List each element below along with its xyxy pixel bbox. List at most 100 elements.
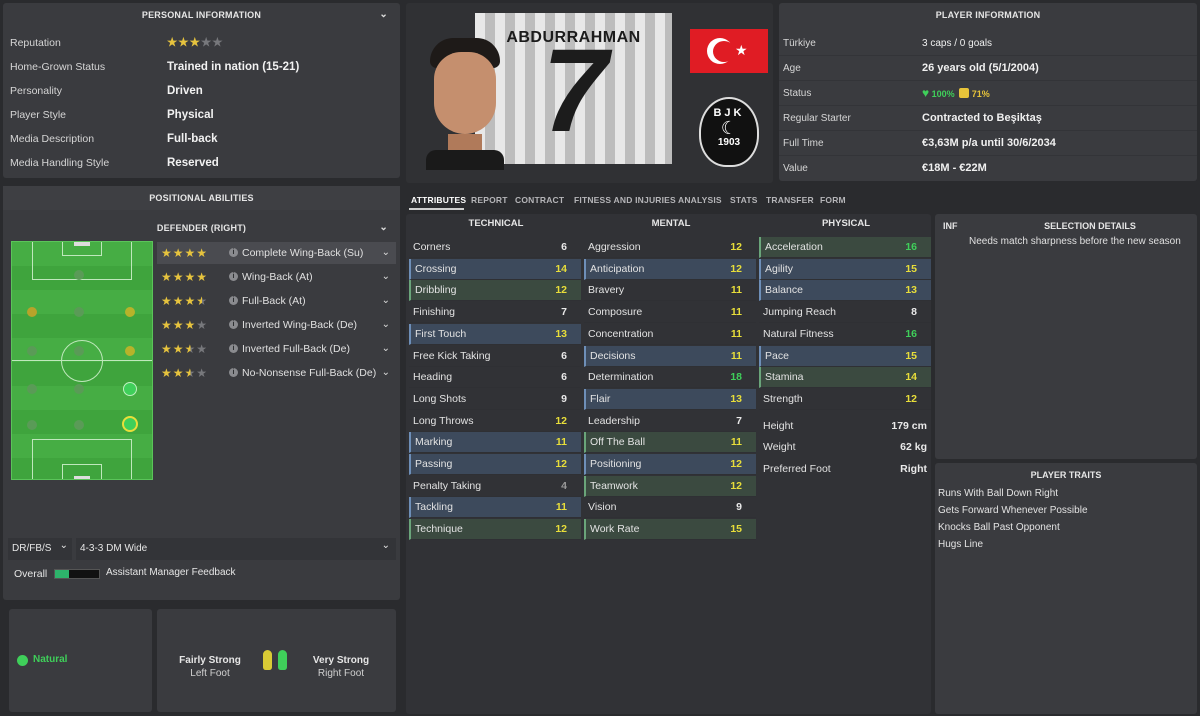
info-icon[interactable]: i: [229, 344, 238, 353]
tab-contract[interactable]: CONTRACT: [515, 195, 564, 205]
attribute-value: 11: [730, 327, 742, 340]
tactic-select-value: 4-3-3 DM Wide: [80, 543, 148, 554]
attribute-name: Marking: [415, 436, 453, 449]
attribute-row: Heading 6: [409, 367, 581, 389]
attribute-name: First Touch: [415, 327, 467, 340]
role-row[interactable]: ★★★★ i Complete Wing-Back (Su) ⌄: [157, 242, 396, 264]
body-value: 179 cm: [891, 420, 927, 432]
attribute-name: Penalty Taking: [413, 479, 482, 492]
role-label: Inverted Full-Back (De): [242, 343, 350, 355]
attribute-name: Positioning: [590, 458, 642, 470]
attribute-value: 9: [736, 501, 742, 514]
attribute-name: Concentration: [588, 327, 654, 340]
attribute-value: 11: [730, 349, 742, 362]
chevron-down-icon[interactable]: ⌄: [60, 535, 68, 557]
role-row[interactable]: ★★★★ i Inverted Full-Back (De) ⌄: [157, 338, 396, 360]
role-select[interactable]: DR/FB/S ⌄: [8, 538, 72, 560]
role-label: No-Nonsense Full-Back (De): [242, 367, 377, 379]
trait-item: Gets Forward Whenever Possible: [938, 505, 1088, 516]
tactic-select[interactable]: 4-3-3 DM Wide ⌄: [76, 538, 396, 560]
attribute-row: Acceleration 16: [759, 237, 931, 258]
tab-attributes[interactable]: ATTRIBUTES: [411, 195, 466, 205]
player-info-header[interactable]: PLAYER INFORMATION: [779, 3, 1197, 27]
attribute-name: Tackling: [415, 501, 453, 514]
info-icon[interactable]: i: [229, 368, 238, 377]
overall-bar-fill: [55, 570, 69, 578]
attribute-name: Work Rate: [590, 523, 640, 536]
player-photo: [420, 30, 510, 170]
attribute-name: Acceleration: [765, 241, 823, 253]
info-label: Personality: [10, 85, 62, 97]
physical-title: PHYSICAL: [821, 218, 871, 229]
attribute-value: 13: [555, 327, 567, 340]
body-row: Height 179 cm: [759, 416, 931, 437]
attribute-name: Corners: [413, 241, 451, 253]
attribute-value: 12: [555, 458, 567, 470]
role-row[interactable]: ★★★★ i No-Nonsense Full-Back (De) ⌄: [157, 362, 396, 384]
attribute-row: Bravery 11: [584, 280, 756, 302]
attribute-value: 11: [730, 284, 742, 297]
role-row[interactable]: ★★★★ i Inverted Wing-Back (De) ⌄: [157, 314, 396, 336]
chevron-down-icon[interactable]: ⌄: [382, 266, 390, 288]
attribute-value: 6: [561, 349, 567, 362]
attribute-value: 15: [905, 349, 917, 362]
attribute-value: 15: [905, 262, 917, 275]
tab-analysis[interactable]: ANALYSIS: [678, 195, 722, 205]
info-icon[interactable]: i: [229, 320, 238, 329]
chevron-down-icon[interactable]: ⌄: [379, 3, 388, 27]
role-stars: ★★★★: [161, 246, 209, 260]
attribute-value: 8: [911, 306, 917, 319]
position-dropdown[interactable]: DEFENDER (RIGHT) ⌄: [3, 216, 400, 240]
info-value: Contracted to Beşiktaş: [922, 112, 1042, 124]
mental-title: MENTAL: [651, 218, 691, 229]
tab-transfer[interactable]: TRANSFER: [766, 195, 814, 205]
role-stars: ★★★★: [161, 294, 209, 308]
chevron-down-icon[interactable]: ⌄: [382, 362, 390, 384]
personal-info-title: PERSONAL INFORMATION: [141, 10, 262, 20]
attribute-row: Long Shots 9: [409, 389, 581, 410]
info-value: Reserved: [167, 157, 219, 169]
attribute-value: 9: [561, 392, 567, 405]
chevron-down-icon[interactable]: ⌄: [382, 535, 390, 557]
positional-title: POSITIONAL ABILITIES: [149, 193, 254, 203]
tab-fitness[interactable]: FITNESS AND INJURIES: [574, 195, 676, 205]
chevron-down-icon[interactable]: ⌄: [382, 338, 390, 360]
chevron-down-icon[interactable]: ⌄: [382, 242, 390, 264]
heart-icon: ♥: [922, 86, 930, 100]
chevron-down-icon[interactable]: ⌄: [379, 216, 388, 240]
info-row-reputation: Reputation ★★★★★: [3, 31, 400, 55]
attribute-name: Teamwork: [590, 479, 638, 492]
role-row[interactable]: ★★★★ i Wing-Back (At) ⌄: [157, 266, 396, 288]
attribute-name: Free Kick Taking: [413, 349, 491, 362]
role-row[interactable]: ★★★★ i Full-Back (At) ⌄: [157, 290, 396, 312]
overall-label: Overall: [14, 568, 48, 580]
attribute-value: 16: [905, 327, 917, 340]
info-row: Regular Starter Contracted to Beşiktaş: [779, 106, 1197, 131]
attribute-value: 12: [555, 284, 567, 297]
chevron-down-icon[interactable]: ⌄: [382, 314, 390, 336]
attribute-row: Crossing 14: [409, 258, 581, 280]
tab-report[interactable]: REPORT: [471, 195, 508, 205]
position-dot-dr: [122, 416, 138, 432]
info-row: Value €18M - €22M: [779, 156, 1197, 181]
info-label: Status: [783, 88, 812, 99]
info-icon[interactable]: i: [229, 248, 238, 257]
tab-form[interactable]: FORM: [820, 195, 846, 205]
attribute-row: Jumping Reach 8: [759, 302, 931, 324]
info-icon[interactable]: i: [229, 296, 238, 305]
attribute-row: Free Kick Taking 6: [409, 346, 581, 367]
personal-info-header[interactable]: PERSONAL INFORMATION ⌄: [3, 3, 400, 27]
attribute-value: 7: [561, 306, 567, 319]
attribute-value: 11: [555, 501, 567, 514]
overall-row: Overall: [14, 567, 47, 581]
chevron-down-icon[interactable]: ⌄: [382, 290, 390, 312]
attribute-row: Flair 13: [584, 388, 756, 410]
positional-header: POSITIONAL ABILITIES: [3, 186, 400, 210]
attribute-row: Dribbling 12: [409, 280, 581, 302]
info-icon[interactable]: i: [229, 272, 238, 281]
club-badge: BJK ☾ 1903: [699, 97, 759, 167]
role-stars: ★★★★: [161, 270, 209, 284]
attribute-name: Passing: [415, 458, 453, 470]
attribute-row: Aggression 12: [584, 237, 756, 258]
tab-stats[interactable]: STATS: [730, 195, 758, 205]
